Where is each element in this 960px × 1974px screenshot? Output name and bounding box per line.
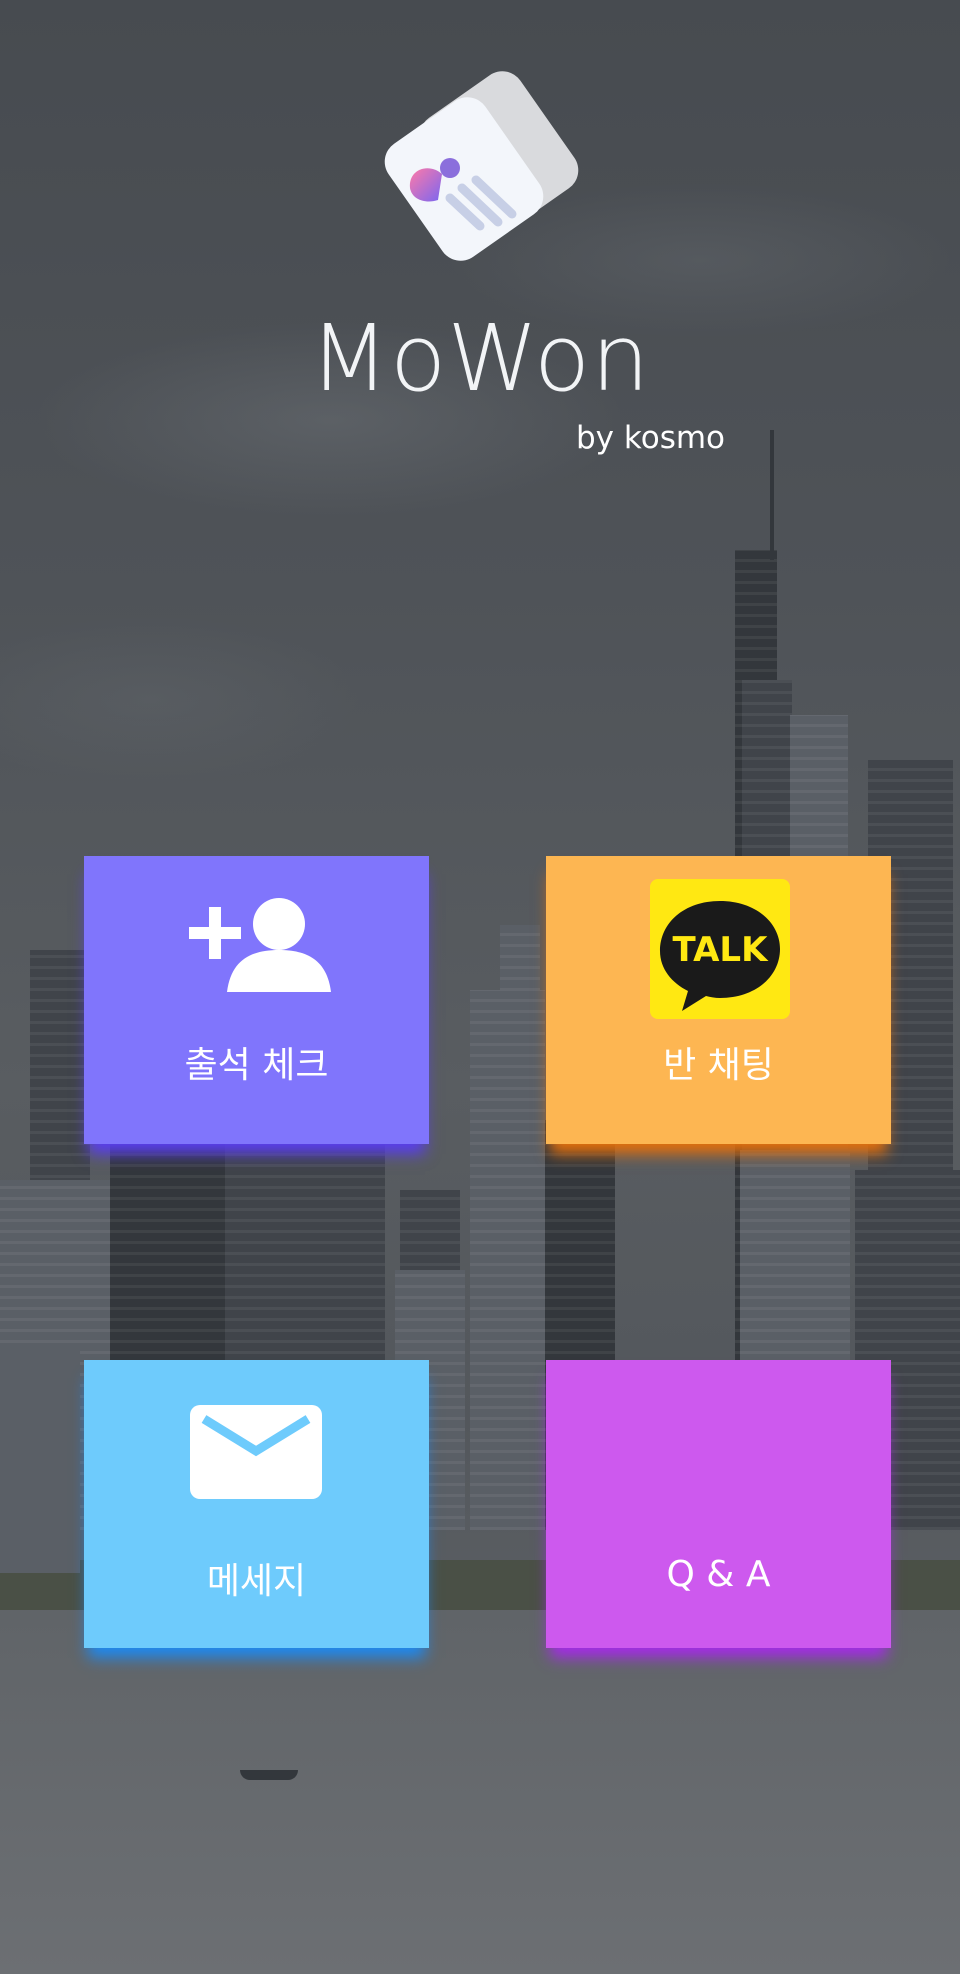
app-title: MoWon: [309, 305, 651, 412]
qna-tile[interactable]: Q & A: [546, 1360, 891, 1648]
attendance-check-label: 출석 체크: [184, 1045, 329, 1086]
app-logo: [380, 70, 590, 290]
class-chat-label: 반 채팅: [663, 1045, 774, 1086]
attendance-check-tile[interactable]: 출석 체크: [84, 856, 429, 1144]
kakaotalk-icon: TALK: [650, 879, 790, 1019]
message-tile[interactable]: 메세지: [84, 1360, 429, 1648]
class-chat-tile[interactable]: TALK 반 채팅: [546, 856, 891, 1144]
envelope-icon: [190, 1405, 322, 1499]
kakaotalk-icon-text: TALK: [673, 930, 770, 970]
add-user-icon: [189, 898, 331, 992]
message-label: 메세지: [206, 1561, 307, 1602]
qna-label: Q & A: [666, 1554, 771, 1595]
app-subtitle: by kosmo: [576, 420, 726, 456]
